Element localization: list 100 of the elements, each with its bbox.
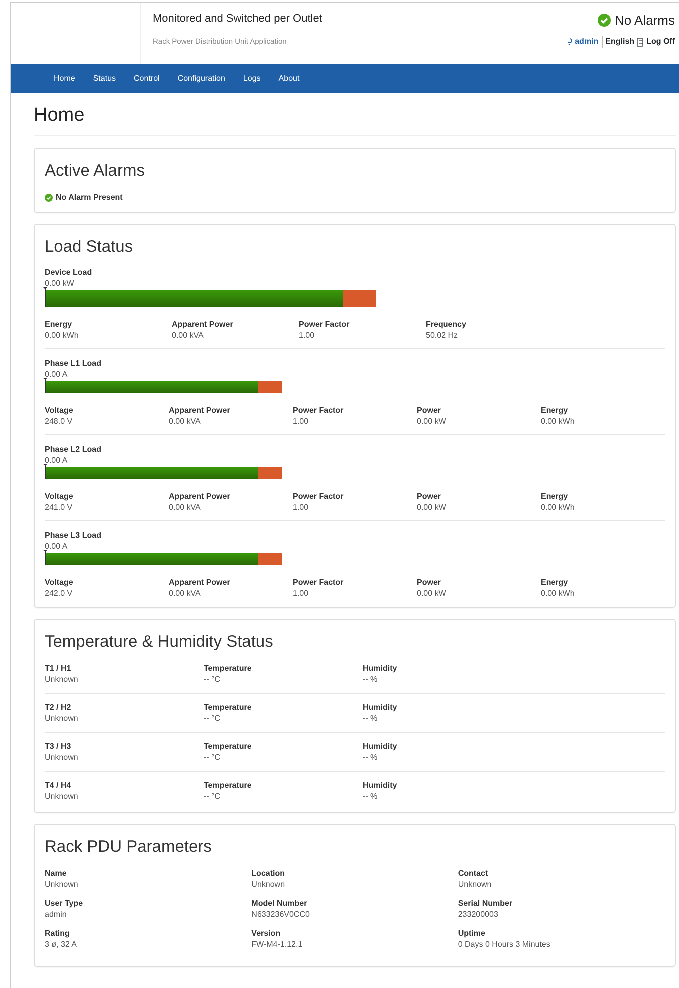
metric-label: Apparent Power xyxy=(172,319,234,330)
metric-label: Power Factor xyxy=(293,577,345,588)
load-label: Phase L2 Load xyxy=(45,444,102,456)
sensor-name: T3 / H3 xyxy=(45,741,72,752)
sensor-label: Temperature xyxy=(204,741,253,752)
sensor-value: Unknown xyxy=(45,752,80,764)
sensor-value: -- % xyxy=(363,674,379,686)
metric-value: 0.00 kW xyxy=(417,502,448,514)
metric-value: 0.00 kWh xyxy=(45,330,80,342)
metric-label: Energy xyxy=(45,319,74,330)
sensor-value: Unknown xyxy=(45,674,80,686)
load-label: Phase L1 Load xyxy=(45,358,102,370)
panel-title: Rack PDU Parameters xyxy=(45,837,213,858)
check-icon xyxy=(45,194,53,202)
sensor-value: -- % xyxy=(363,752,379,764)
load-reading: 0.00 A xyxy=(45,455,69,466)
logoff-link[interactable]: Log Off xyxy=(646,36,675,48)
sensor-value: Unknown xyxy=(45,713,80,724)
metric-label: Power Factor xyxy=(293,405,345,416)
sensor-value: -- % xyxy=(363,713,379,724)
load-reading: 0.00 A xyxy=(45,541,69,552)
sensor-value: -- °C xyxy=(204,674,222,686)
sensor-value: -- °C xyxy=(204,752,222,764)
parameter-value: Unknown xyxy=(45,878,80,890)
load-label: Device Load xyxy=(45,267,94,278)
parameter-value: N633236V0CC0 xyxy=(252,908,311,920)
sensor-label: Humidity xyxy=(363,663,398,674)
metric-value: 1.00 xyxy=(293,416,310,428)
parameter-label: Contact xyxy=(458,868,490,879)
warning-zone xyxy=(258,467,282,480)
nav-link[interactable]: Home xyxy=(45,72,84,84)
metric-value: 0.00 kWh xyxy=(541,502,576,514)
load-reading: 0.00 A xyxy=(45,369,69,380)
warning-zone xyxy=(342,290,376,308)
metric-label: Power xyxy=(417,491,442,502)
panel-title: Active Alarms xyxy=(45,160,146,182)
metric-label: Power xyxy=(417,577,442,588)
metric-value: 0.00 kVA xyxy=(169,416,202,428)
parameter-value: 0 Days 0 Hours 3 Minutes xyxy=(458,938,552,950)
parameter-label: Serial Number xyxy=(458,898,514,909)
sensor-name: T1 / H1 xyxy=(45,663,72,674)
metric-value: 50.02 Hz xyxy=(426,330,460,342)
sensor-label: Temperature xyxy=(204,780,253,792)
parameter-value: Unknown xyxy=(458,878,493,890)
metric-label: Voltage xyxy=(45,491,74,502)
parameter-label: Location xyxy=(252,868,286,879)
metric-value: 0.00 kWh xyxy=(541,588,576,600)
parameter-label: Uptime xyxy=(458,928,486,939)
sensor-label: Temperature xyxy=(204,663,253,674)
language-link[interactable]: English xyxy=(602,36,635,48)
metric-label: Power Factor xyxy=(293,491,345,502)
warning-zone xyxy=(258,381,282,394)
parameter-value: 3 ø, 32 A xyxy=(45,938,78,950)
metric-value: 0.00 kW xyxy=(417,588,448,600)
nav-link[interactable]: Control xyxy=(125,72,169,84)
nav-link[interactable]: About xyxy=(270,72,309,84)
metric-label: Voltage xyxy=(45,405,74,416)
nav-link[interactable]: Logs xyxy=(234,72,270,84)
parameter-label: Name xyxy=(45,868,68,879)
metric-label: Frequency xyxy=(426,319,468,330)
metric-label: Power xyxy=(417,405,442,416)
user-link[interactable]: admin xyxy=(575,36,599,48)
alarm-message: No Alarm Present xyxy=(56,192,123,204)
check-icon xyxy=(598,14,612,28)
sensor-name: T4 / H4 xyxy=(45,780,72,792)
metric-value: 0.00 kVA xyxy=(169,588,202,600)
metric-value: 241.0 V xyxy=(45,502,74,514)
panel-title: Temperature & Humidity Status xyxy=(45,632,274,654)
parameter-label: Version xyxy=(252,928,282,939)
metric-value: 0.00 kWh xyxy=(541,416,576,428)
sensor-label: Humidity xyxy=(363,741,398,752)
metric-label: Apparent Power xyxy=(169,405,232,416)
metric-value: 1.00 xyxy=(299,330,316,342)
parameter-value: 233200003 xyxy=(458,908,500,920)
sensor-value: -- % xyxy=(363,791,379,802)
metric-value: 0.00 kVA xyxy=(172,330,205,342)
sensor-name: T2 / H2 xyxy=(45,702,72,714)
metric-label: Energy xyxy=(541,577,570,588)
nav-link[interactable]: Status xyxy=(84,72,126,84)
metric-label: Apparent Power xyxy=(169,491,232,502)
parameter-value: FW-M4-1.12.1 xyxy=(252,938,304,950)
load-reading: 0.00 kW xyxy=(45,278,76,290)
metric-label: Power Factor xyxy=(299,319,351,330)
metric-label: Energy xyxy=(541,491,570,502)
sensor-label: Temperature xyxy=(204,702,253,714)
app-title: Monitored and Switched per Outlet xyxy=(153,12,324,27)
parameter-label: Model Number xyxy=(252,898,308,909)
metric-value: 0.00 kVA xyxy=(169,502,202,514)
metric-value: 242.0 V xyxy=(45,588,74,600)
load-label: Phase L3 Load xyxy=(45,530,102,542)
nav-link[interactable]: Configuration xyxy=(168,72,234,84)
sensor-label: Humidity xyxy=(363,780,398,792)
sensor-label: Humidity xyxy=(363,702,398,714)
metric-value: 248.0 V xyxy=(45,416,74,428)
metric-label: Voltage xyxy=(45,577,74,588)
metric-label: Apparent Power xyxy=(169,577,232,588)
sensor-value: -- °C xyxy=(204,791,222,802)
metric-value: 1.00 xyxy=(293,588,310,600)
metric-value: 1.00 xyxy=(293,502,310,514)
sensor-value: -- °C xyxy=(204,713,222,724)
